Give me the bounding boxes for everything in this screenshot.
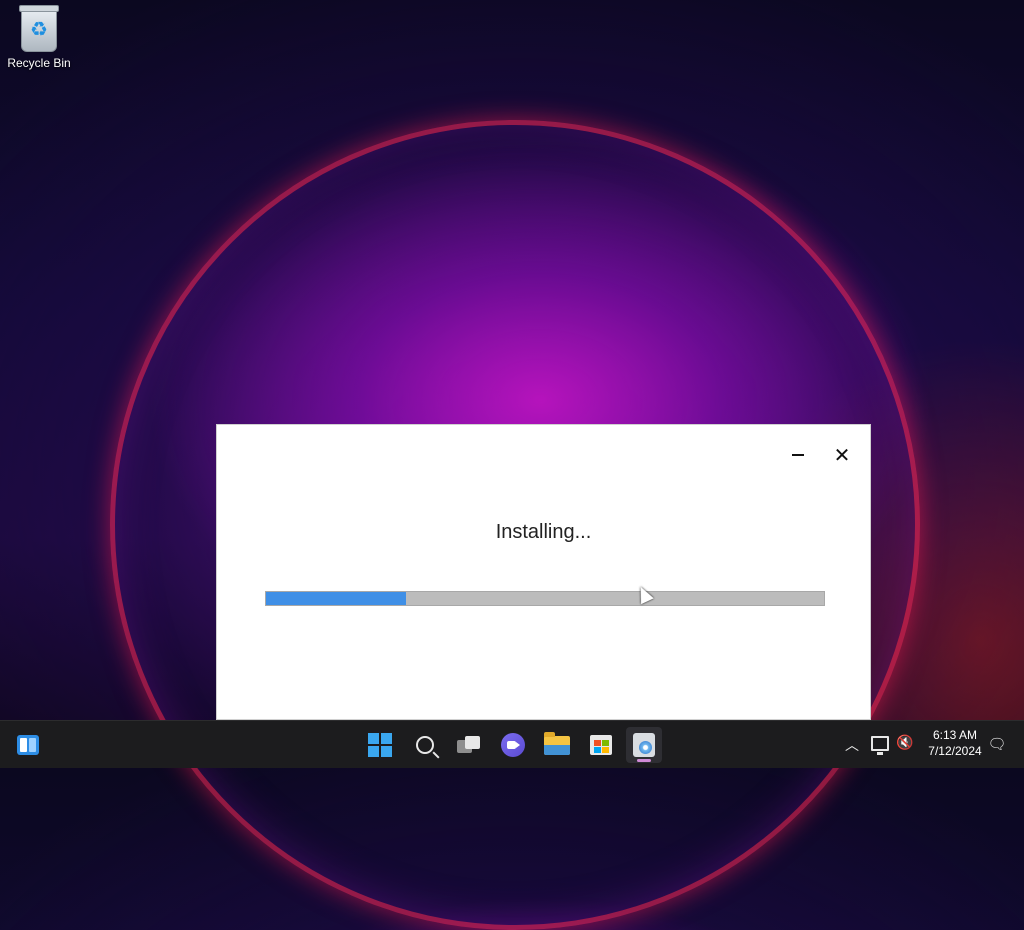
search-icon [416,736,434,754]
volume-muted-icon[interactable]: 🔇 [895,733,915,753]
windows-logo-icon [368,733,392,757]
clock-date: 7/12/2024 [928,744,982,758]
taskbar-clock[interactable]: 6:13 AM 7/12/2024 [922,727,988,759]
store-icon [590,735,612,755]
close-icon: ✕ [833,443,851,467]
task-view-button[interactable] [451,727,487,763]
installer-window: ✕ Installing... [216,424,871,720]
widgets-icon [17,735,39,755]
folder-icon [544,731,570,755]
widgets-button[interactable] [10,727,46,763]
task-view-icon [457,735,481,755]
microsoft-store-button[interactable] [583,727,619,763]
start-button[interactable] [362,727,398,763]
chat-icon [501,733,525,757]
recycle-bin-icon: ♻ [19,5,59,52]
active-indicator [637,759,651,762]
file-explorer-button[interactable] [539,727,575,763]
progress-bar-fill [266,592,406,605]
desktop-icon-recycle-bin[interactable]: ♻ Recycle Bin [6,5,72,70]
installer-taskbar-button[interactable] [626,727,662,763]
close-button[interactable]: ✕ [827,443,857,467]
network-icon[interactable] [869,733,889,755]
chevron-up-icon[interactable]: ︿ [842,735,862,755]
search-button[interactable] [407,727,443,763]
desktop-icon-label: Recycle Bin [7,56,71,70]
install-progress-bar [265,591,825,606]
minimize-button[interactable] [783,443,813,467]
installing-status-text: Installing... [495,521,592,543]
clock-time: 6:13 AM [932,728,978,742]
taskbar: ︿ 🔇 6:13 AM 7/12/2024 🗨 [0,720,1024,768]
installer-app-icon [633,733,655,757]
notification-icon[interactable]: 🗨 [986,733,1008,755]
minimize-icon [792,454,804,456]
chat-button[interactable] [495,727,531,763]
